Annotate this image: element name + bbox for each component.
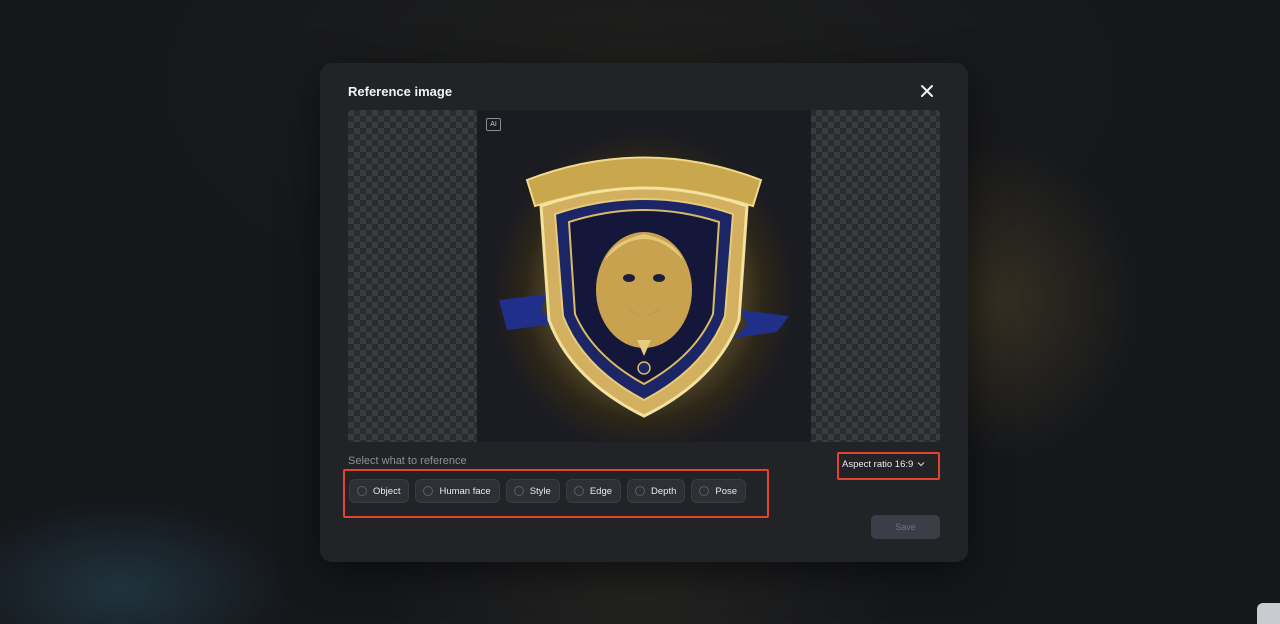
option-label: Depth (651, 485, 677, 497)
chevron-down-icon (917, 462, 925, 467)
option-edge[interactable]: Edge (565, 479, 622, 503)
option-depth[interactable]: Depth (627, 479, 686, 503)
save-button[interactable]: Save (871, 515, 940, 539)
dialog-title: Reference image (348, 84, 453, 99)
option-style[interactable]: Style (505, 479, 560, 503)
ai-badge: AI (486, 118, 501, 131)
option-label: Human face (439, 485, 491, 497)
radio-icon (635, 486, 646, 496)
reference-image: AI (477, 110, 811, 442)
close-icon (921, 85, 933, 97)
option-object[interactable]: Object (349, 479, 410, 503)
lion-shield-emblem (499, 156, 789, 418)
option-label: Object (373, 485, 401, 497)
radio-icon (573, 486, 584, 496)
aspect-ratio-dropdown[interactable]: Aspect ratio 16:9 (842, 455, 925, 473)
reference-options: Object Human face Style Edge Depth Pose (349, 479, 747, 503)
aspect-ratio-label: Aspect ratio 16:9 (842, 458, 914, 470)
option-pose[interactable]: Pose (691, 479, 747, 503)
radio-icon (513, 486, 524, 496)
select-reference-label: Select what to reference (348, 455, 467, 467)
option-human-face[interactable]: Human face (415, 479, 500, 503)
radio-icon (357, 486, 367, 496)
radio-icon (699, 486, 710, 496)
option-label: Pose (715, 485, 738, 497)
option-label: Style (529, 485, 551, 497)
option-label: Edge (589, 485, 613, 497)
image-preview-area: AI (348, 110, 940, 442)
radio-icon (423, 486, 434, 496)
close-button[interactable] (918, 82, 936, 100)
corner-widget[interactable] (1257, 603, 1280, 624)
reference-image-dialog: Reference image AI Select what to refere… (320, 63, 968, 562)
